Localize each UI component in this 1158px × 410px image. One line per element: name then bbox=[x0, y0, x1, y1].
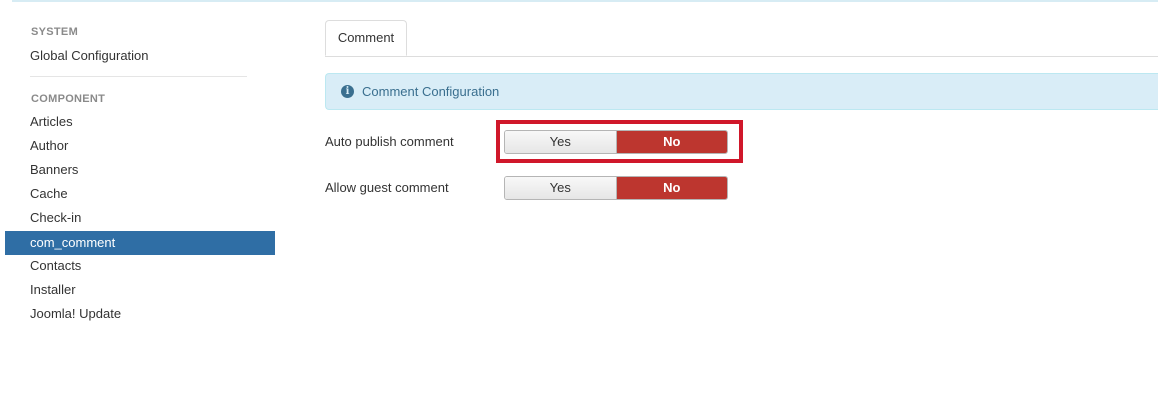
sidebar-item-contacts[interactable]: Contacts bbox=[5, 254, 275, 278]
sidebar-item-check-in[interactable]: Check-in bbox=[5, 206, 275, 230]
allow-guest-toggle: Yes No bbox=[504, 176, 728, 200]
component-header: COMPONENT bbox=[31, 93, 106, 105]
allow-guest-yes-button[interactable]: Yes bbox=[505, 177, 617, 199]
sidebar-item-banners[interactable]: Banners bbox=[5, 158, 275, 182]
sidebar-item-articles[interactable]: Articles bbox=[5, 110, 275, 134]
sidebar: SYSTEM Global Configuration COMPONENT Ar… bbox=[0, 0, 280, 410]
sidebar-item-com-comment[interactable]: com_comment bbox=[5, 231, 275, 255]
sidebar-item-cache[interactable]: Cache bbox=[5, 182, 275, 206]
allow-guest-no-button[interactable]: No bbox=[616, 177, 727, 199]
auto-publish-toggle: Yes No bbox=[504, 130, 728, 154]
info-alert: i Comment Configuration bbox=[325, 73, 1158, 110]
info-icon: i bbox=[341, 85, 354, 98]
auto-publish-label: Auto publish comment bbox=[325, 134, 454, 149]
sidebar-item-global-configuration[interactable]: Global Configuration bbox=[30, 48, 149, 63]
tab-bar: Comment bbox=[325, 20, 1158, 57]
sidebar-divider bbox=[30, 76, 247, 77]
sidebar-item-author[interactable]: Author bbox=[5, 134, 275, 158]
auto-publish-no-button[interactable]: No bbox=[616, 131, 727, 153]
sidebar-item-installer[interactable]: Installer bbox=[5, 278, 275, 302]
alert-text: Comment Configuration bbox=[362, 84, 500, 99]
allow-guest-label: Allow guest comment bbox=[325, 180, 449, 195]
system-header: SYSTEM bbox=[31, 26, 79, 38]
tab-comment[interactable]: Comment bbox=[325, 20, 407, 56]
auto-publish-yes-button[interactable]: Yes bbox=[505, 131, 617, 153]
sidebar-item-joomla-update[interactable]: Joomla! Update bbox=[5, 302, 275, 326]
